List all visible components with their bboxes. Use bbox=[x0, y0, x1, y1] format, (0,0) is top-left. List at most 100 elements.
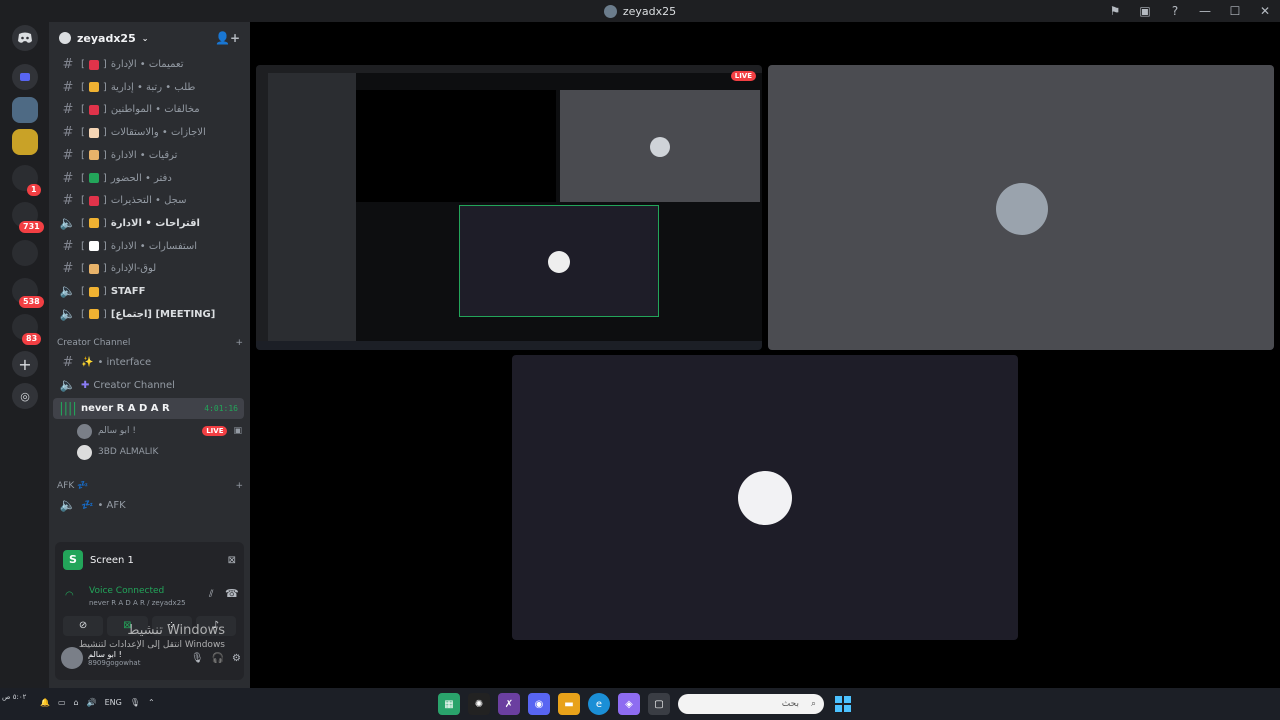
participant-tile[interactable] bbox=[512, 355, 1018, 640]
channel-item[interactable]: # [] استفسارات • الادارة bbox=[53, 236, 244, 257]
channel-label: طلب • رتبة • إدارية bbox=[110, 81, 196, 93]
voice-user[interactable]: ابو سالم ! LIVE ▣ bbox=[77, 421, 242, 441]
network-icon[interactable]: ⌂ bbox=[74, 698, 79, 707]
voice-active-icon: |||| bbox=[59, 401, 77, 416]
category-creator-channel[interactable]: Creator Channel + bbox=[57, 338, 243, 348]
noise-suppression-icon[interactable]: ⫽ bbox=[209, 589, 213, 600]
microphone-icon[interactable]: 🎙 bbox=[130, 698, 140, 707]
app-icon[interactable]: ▦ bbox=[438, 693, 460, 715]
server-icon[interactable] bbox=[12, 129, 38, 155]
channel-item[interactable]: # [] دفتر • الحضور bbox=[53, 168, 244, 189]
maximize-button[interactable]: ☐ bbox=[1220, 4, 1250, 18]
channel-interface[interactable]: # ✨ • interface bbox=[53, 352, 244, 373]
sparkles-icon: ✨ bbox=[81, 357, 94, 368]
microphone-icon[interactable]: 🎙 bbox=[191, 653, 204, 664]
user-tag: 8909gogowhat bbox=[88, 658, 141, 667]
channel-item[interactable]: 🔈 [] STAFF bbox=[53, 281, 244, 302]
channel-sidebar: zeyadx25 ⌄ 👤+ #[] تعميمات • الإدارة #[] طلب… bbox=[49, 22, 250, 688]
app-icon[interactable]: ✗ bbox=[498, 693, 520, 715]
volume-icon[interactable]: 🔊 bbox=[87, 698, 97, 707]
search-placeholder: بحث bbox=[781, 699, 799, 709]
inbox-flag-icon[interactable]: ⚑ bbox=[1100, 4, 1130, 18]
channel-creator-channel[interactable]: 🔈 ✚ Creator Channel bbox=[53, 375, 244, 396]
channel-afk[interactable]: 🔈 💤 • AFK bbox=[53, 495, 244, 516]
bracket: ] bbox=[102, 104, 107, 116]
edge-icon[interactable]: e bbox=[588, 693, 610, 715]
start-icon[interactable] bbox=[832, 693, 854, 715]
screen-title: Screen 1 bbox=[90, 554, 134, 566]
headphones-icon[interactable]: 🎧 bbox=[212, 653, 224, 664]
minimize-button[interactable]: — bbox=[1190, 4, 1220, 18]
window-controls: ⚑ ▣ ? — ☐ ✕ bbox=[1100, 0, 1280, 22]
bracket: [ bbox=[81, 127, 85, 139]
bracket: ] bbox=[102, 217, 107, 229]
bracket: ] bbox=[102, 127, 107, 139]
screen-share-tile[interactable]: LIVE bbox=[256, 65, 762, 350]
channel-label: سجل • التحذيرات bbox=[110, 195, 187, 207]
channel-label: • AFK bbox=[97, 500, 126, 511]
chevron-up-icon[interactable]: ⌃ bbox=[148, 698, 155, 707]
avatar[interactable] bbox=[61, 647, 83, 669]
channel-active-voice[interactable]: |||| never R A D A R 4:01:16 bbox=[53, 398, 244, 419]
help-icon[interactable]: ? bbox=[1160, 4, 1190, 18]
text-channel-icon: # bbox=[62, 102, 74, 118]
battery-icon[interactable]: ▭ bbox=[58, 698, 66, 707]
mention-badge: 83 bbox=[22, 333, 42, 345]
bracket: [ bbox=[81, 263, 85, 275]
bracket: [ bbox=[81, 104, 85, 116]
bracket: ] bbox=[102, 195, 107, 207]
invite-member-icon[interactable]: 👤+ bbox=[215, 31, 240, 45]
voice-user[interactable]: 3BD ALMALIK bbox=[77, 442, 242, 462]
add-server-icon[interactable]: + bbox=[12, 351, 38, 377]
bracket: ] bbox=[102, 59, 107, 70]
text-channel-icon: # bbox=[62, 125, 74, 141]
channel-item[interactable]: # [] مخالفات • المواطنين bbox=[53, 99, 244, 120]
channel-item[interactable]: # [] سجل • التحذيرات bbox=[53, 190, 244, 211]
channel-item[interactable]: # [] تعميمات • الإدارة bbox=[53, 54, 244, 75]
channel-label: Creator Channel bbox=[93, 380, 175, 391]
voice-connected-status[interactable]: Voice Connected bbox=[89, 586, 164, 596]
settings-gear-icon[interactable]: ⚙ bbox=[232, 653, 241, 664]
server-folder-icon[interactable] bbox=[12, 240, 38, 266]
create-channel-icon[interactable]: + bbox=[235, 338, 243, 348]
inbox-icon[interactable]: ▣ bbox=[1130, 4, 1160, 18]
server-badge-icon bbox=[59, 32, 71, 44]
channel-item[interactable]: # [] الاجازات • والاستقالات bbox=[53, 122, 244, 143]
taskbar-apps: ▦ ✺ ✗ ◉ ▬ e ◈ ▢ بحث ⌕ bbox=[438, 693, 854, 715]
notifications-icon[interactable]: 🔔 bbox=[40, 698, 50, 707]
channel-item[interactable]: # [] ترقيات • الادارة bbox=[53, 145, 244, 166]
voice-user-name: ابو سالم ! bbox=[98, 426, 136, 436]
app-icon[interactable]: ✺ bbox=[468, 693, 490, 715]
mention-badge: 731 bbox=[19, 221, 44, 233]
folder-icon[interactable] bbox=[12, 64, 38, 90]
language-indicator[interactable]: ENG bbox=[105, 698, 122, 707]
create-channel-icon[interactable]: + bbox=[235, 481, 243, 491]
bracket: [ bbox=[81, 59, 85, 70]
stop-stream-icon[interactable]: ⊠ bbox=[228, 555, 236, 566]
user-name: ابو سالم ! bbox=[88, 649, 122, 659]
channel-label: تعميمات • الإدارة bbox=[110, 59, 184, 70]
close-button[interactable]: ✕ bbox=[1250, 4, 1280, 18]
channel-label: استفسارات • الادارة bbox=[110, 240, 198, 252]
channel-item[interactable]: 🔈 [] [MEETING] [اجتماع] bbox=[53, 304, 244, 325]
bracket: [ bbox=[81, 81, 85, 93]
speaker-icon: 🔈 bbox=[59, 498, 77, 513]
app-icon[interactable]: ▢ bbox=[648, 693, 670, 715]
channel-item[interactable]: 🔈 [] اقتراحات • الادارة bbox=[53, 213, 244, 234]
discord-icon[interactable]: ◉ bbox=[528, 693, 550, 715]
channel-item[interactable]: # [] طلب • رتبة • إدارية bbox=[53, 77, 244, 98]
clock[interactable]: ٥:٠٢ ص bbox=[2, 692, 26, 702]
file-explorer-icon[interactable]: ▬ bbox=[558, 693, 580, 715]
disconnect-icon[interactable]: ☎ bbox=[225, 587, 239, 600]
copilot-icon[interactable]: ◈ bbox=[618, 693, 640, 715]
participant-tile[interactable] bbox=[768, 65, 1274, 350]
discord-home-icon[interactable] bbox=[12, 25, 38, 51]
server-icon[interactable] bbox=[12, 97, 38, 123]
voice-user-name: 3BD ALMALIK bbox=[98, 447, 159, 457]
live-badge: LIVE bbox=[202, 426, 228, 436]
discover-icon[interactable]: ◎ bbox=[12, 383, 38, 409]
channel-item[interactable]: # [] لوق-الإدارة bbox=[53, 258, 244, 279]
category-afk[interactable]: AFK 💤 + bbox=[57, 481, 243, 491]
search-input[interactable]: بحث ⌕ bbox=[678, 694, 824, 714]
server-header[interactable]: zeyadx25 ⌄ 👤+ bbox=[49, 22, 250, 54]
